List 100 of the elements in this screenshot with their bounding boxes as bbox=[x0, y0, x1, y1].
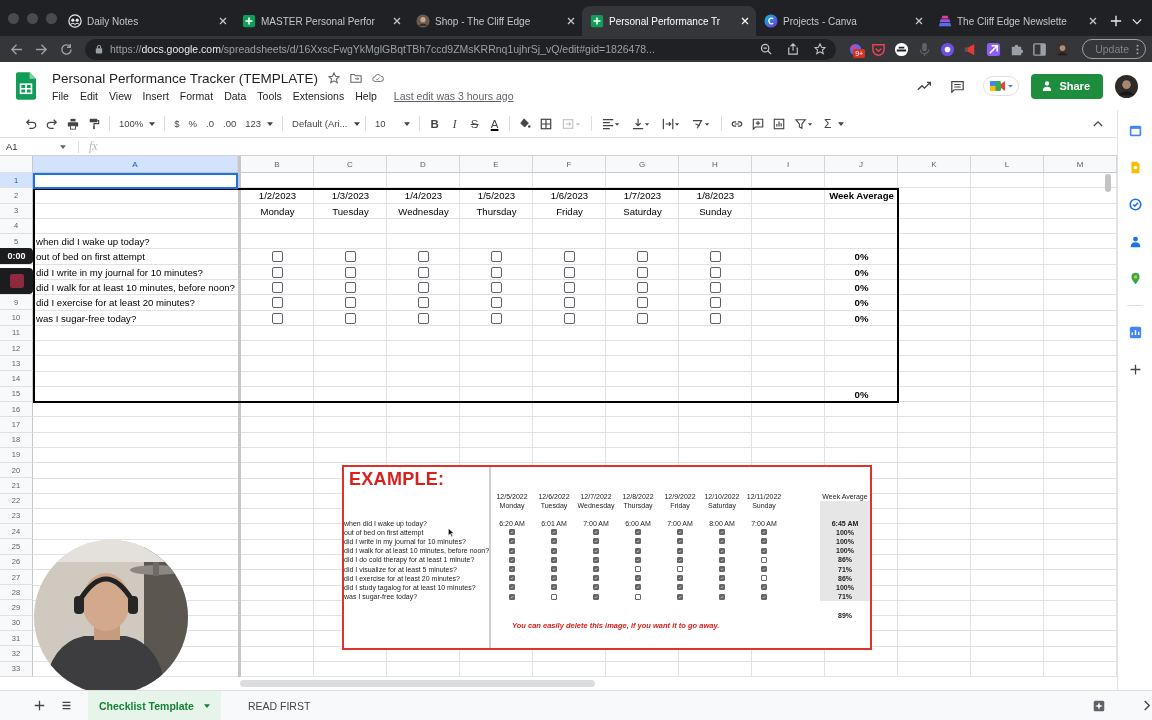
extension-icon[interactable] bbox=[940, 41, 956, 57]
extension-icon[interactable] bbox=[894, 41, 910, 57]
menu-item[interactable]: Help bbox=[355, 89, 377, 102]
text-color-button[interactable]: A bbox=[489, 117, 501, 130]
menu-item[interactable]: File bbox=[52, 89, 69, 102]
strike-button[interactable]: S bbox=[469, 117, 481, 130]
checkbox[interactable] bbox=[637, 297, 648, 309]
extension-icon[interactable] bbox=[986, 41, 1002, 57]
example-image[interactable] bbox=[342, 465, 872, 650]
sheet-tab[interactable]: READ FIRST bbox=[236, 691, 322, 720]
currency-button[interactable]: $ bbox=[174, 118, 180, 129]
browser-tab[interactable]: Projects - Canva bbox=[756, 6, 930, 36]
menu-item[interactable]: Edit bbox=[79, 89, 98, 102]
close-icon[interactable] bbox=[392, 16, 402, 26]
calendar-icon[interactable] bbox=[1128, 124, 1142, 137]
browser-tab[interactable]: MASTER Personal Perfor bbox=[234, 6, 408, 36]
percent-button[interactable]: % bbox=[188, 118, 198, 129]
checkbox[interactable] bbox=[637, 251, 648, 263]
column-header[interactable]: M bbox=[1044, 156, 1117, 173]
undo-icon[interactable] bbox=[25, 117, 37, 130]
star-icon[interactable] bbox=[814, 43, 827, 55]
checkbox[interactable] bbox=[491, 282, 502, 293]
checkbox[interactable] bbox=[345, 312, 356, 324]
back-icon[interactable] bbox=[10, 42, 23, 56]
scrollbar[interactable] bbox=[240, 679, 595, 687]
checkbox[interactable] bbox=[564, 312, 575, 324]
chart-icon[interactable] bbox=[773, 117, 786, 130]
column-header[interactable]: J bbox=[825, 156, 898, 173]
checkbox[interactable] bbox=[637, 312, 648, 324]
plus-icon[interactable] bbox=[34, 700, 45, 711]
trend-icon[interactable] bbox=[917, 79, 933, 93]
last-edit-link[interactable]: Last edit was 3 hours ago bbox=[393, 89, 514, 102]
menu-item[interactable]: Data bbox=[224, 89, 247, 102]
checkbox[interactable] bbox=[345, 297, 356, 309]
increase-decimals-button[interactable]: .00 bbox=[223, 118, 237, 129]
cloud-icon[interactable] bbox=[372, 72, 385, 84]
checkbox[interactable] bbox=[272, 266, 283, 278]
number-format-dropdown[interactable]: 123 bbox=[245, 118, 274, 129]
map-pin-icon[interactable] bbox=[1128, 272, 1142, 285]
redo-icon[interactable] bbox=[46, 117, 58, 130]
checkbox[interactable] bbox=[710, 282, 721, 293]
checkbox[interactable] bbox=[710, 251, 721, 263]
checkbox[interactable] bbox=[272, 251, 283, 263]
checkbox[interactable] bbox=[637, 282, 648, 293]
paint-bucket-icon[interactable] bbox=[519, 117, 532, 130]
folder-icon[interactable] bbox=[350, 72, 363, 84]
checkbox[interactable] bbox=[564, 282, 575, 293]
checkbox[interactable] bbox=[272, 297, 283, 309]
browser-tab[interactable]: Personal Performance Tr bbox=[582, 6, 756, 36]
zoom-dropdown[interactable]: 100% bbox=[119, 118, 156, 129]
close-icon[interactable] bbox=[1088, 16, 1098, 26]
column-header[interactable]: L bbox=[971, 156, 1044, 173]
checkbox[interactable] bbox=[491, 251, 502, 263]
menu-item[interactable]: Insert bbox=[142, 89, 169, 102]
column-header[interactable]: F bbox=[533, 156, 606, 173]
address-field[interactable]: https://docs.google.com/spreadsheets/d/16XxscFwgYkMglGBqtTBh7ccd9ZMsKRRnq1ujhrSj_vQ/edit#gid=1826478... bbox=[85, 38, 837, 60]
column-header[interactable]: D bbox=[387, 156, 460, 173]
plus-icon[interactable] bbox=[1128, 363, 1142, 376]
add-comment-icon[interactable] bbox=[752, 117, 765, 130]
decrease-decimals-button[interactable]: .0 bbox=[206, 118, 214, 129]
chevron-right-icon[interactable] bbox=[1141, 700, 1152, 711]
menu-icon[interactable] bbox=[61, 700, 72, 711]
column-header[interactable]: G bbox=[606, 156, 679, 173]
checkbox[interactable] bbox=[345, 251, 356, 263]
checkbox[interactable] bbox=[418, 266, 429, 278]
checkbox[interactable] bbox=[418, 282, 429, 293]
checkbox[interactable] bbox=[272, 312, 283, 324]
chevron-down-icon[interactable] bbox=[1132, 18, 1142, 25]
column-header[interactable]: B bbox=[241, 156, 314, 173]
close-icon[interactable] bbox=[566, 16, 576, 26]
checkbox[interactable] bbox=[345, 266, 356, 278]
checkbox[interactable] bbox=[491, 297, 502, 309]
explore-icon[interactable] bbox=[1093, 699, 1105, 712]
checkbox[interactable] bbox=[418, 251, 429, 263]
checkbox[interactable] bbox=[710, 297, 721, 309]
close-icon[interactable] bbox=[914, 16, 924, 26]
menu-item[interactable]: Tools bbox=[257, 89, 282, 102]
video-call-icon[interactable] bbox=[983, 76, 1020, 96]
sheet-tab[interactable]: Checklist Template bbox=[88, 691, 221, 720]
checkbox[interactable] bbox=[491, 312, 502, 324]
share-icon[interactable] bbox=[787, 43, 800, 55]
contacts-icon[interactable] bbox=[1128, 235, 1142, 248]
forward-icon[interactable] bbox=[35, 42, 48, 56]
zoom-icon[interactable] bbox=[760, 43, 773, 55]
column-header[interactable]: K bbox=[898, 156, 971, 173]
paint-format-icon[interactable] bbox=[88, 117, 100, 130]
checkbox[interactable] bbox=[564, 297, 575, 309]
share-button[interactable]: Share bbox=[1031, 73, 1103, 99]
italic-button[interactable]: I bbox=[449, 117, 461, 130]
star-icon[interactable] bbox=[328, 72, 341, 84]
scrollbar[interactable] bbox=[1105, 174, 1111, 192]
avatar-icon[interactable] bbox=[1055, 41, 1071, 57]
browser-tab[interactable]: Shop - The Cliff Edge bbox=[408, 6, 582, 36]
name-box[interactable]: A1 bbox=[0, 141, 72, 152]
sheets-logo-icon[interactable] bbox=[16, 72, 36, 100]
sidebar-icon[interactable] bbox=[1032, 41, 1048, 57]
chart-icon[interactable] bbox=[1128, 326, 1142, 339]
column-header[interactable]: E bbox=[460, 156, 533, 173]
checkbox[interactable] bbox=[272, 282, 283, 293]
font-size-dropdown[interactable]: 10 bbox=[375, 118, 411, 129]
